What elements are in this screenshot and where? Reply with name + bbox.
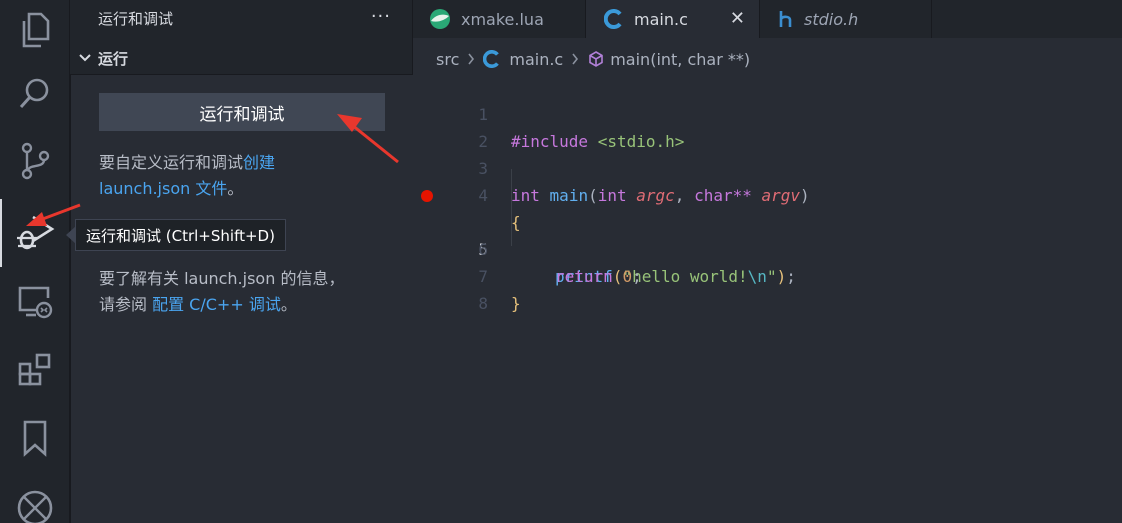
close-icon[interactable]: ✕ <box>730 8 745 29</box>
code-line-current: 5 printf("hello world!\n"); <box>413 182 1122 286</box>
tab-label: main.c <box>634 9 688 29</box>
source-control-icon[interactable] <box>0 131 70 191</box>
code-line: 7 } <box>413 236 1122 313</box>
chevron-right-icon <box>467 50 475 69</box>
run-debug-icon[interactable] <box>0 199 70 267</box>
code-editor[interactable]: 1 #include <stdio.h> 2 3 int main(int ar… <box>413 74 1122 523</box>
tab-stdio-h[interactable]: stdio.h <box>760 0 932 38</box>
sidebar-title: 运行和调试 <box>98 9 174 28</box>
breakpoint-marker[interactable] <box>421 190 433 202</box>
section-header-run[interactable]: 运行 <box>70 44 413 72</box>
tab-xmake-lua[interactable]: xmake.lua <box>413 0 586 38</box>
tab-main-c[interactable]: main.c ✕ <box>586 0 760 38</box>
bookmarks-icon[interactable] <box>0 408 70 468</box>
breadcrumb-folder[interactable]: src <box>436 50 459 69</box>
learn-more-text: 要了解有关 launch.json 的信息， 请参阅 配置 C/C++ 调试。 <box>99 266 399 318</box>
c-file-icon <box>604 9 624 29</box>
code-line: 2 <box>413 101 1122 151</box>
code-line: 6 return 0; <box>413 209 1122 286</box>
learn-more-prefix: 请参阅 <box>99 295 153 314</box>
line-number[interactable]: 8 <box>441 290 488 317</box>
configure-cpp-debug-link[interactable]: 配置 C/C++ 调试 <box>152 295 281 314</box>
tab-label: stdio.h <box>804 9 859 29</box>
launch-json-link[interactable]: launch.json 文件 <box>99 179 227 198</box>
symbol-method-icon <box>587 50 605 68</box>
breadcrumb-symbol[interactable]: main(int, char **) <box>610 50 750 69</box>
xmake-icon[interactable] <box>0 478 70 523</box>
code-line: 1 #include <stdio.h> <box>413 74 1122 151</box>
lua-file-icon <box>429 8 451 30</box>
sidebar-header: 运行和调试 ··· <box>70 0 413 36</box>
tab-label: xmake.lua <box>461 9 544 29</box>
learn-more-period: 。 <box>280 295 297 314</box>
activity-bar <box>0 0 70 523</box>
explorer-icon[interactable] <box>0 0 70 60</box>
run-section-body: 运行和调试 要自定义运行和调试创建 launch.json 文件。 要了解有关 … <box>70 74 413 523</box>
customize-text-prefix: 要自定义运行和调试 <box>99 153 244 172</box>
breadcrumb: src main.c main(int, char **) <box>413 44 1122 74</box>
run-debug-tooltip: 运行和调试 (Ctrl+Shift+D) <box>75 219 286 251</box>
code-line: 3 int main(int argc, char** argv) <box>413 128 1122 205</box>
vscode-window: 运行和调试 ··· 运行 运行和调试 要自定义运行和调试创建 launch.js… <box>0 0 1122 523</box>
learn-more-line1: 要了解有关 launch.json 的信息， <box>99 269 345 288</box>
code-line: 8 <box>413 263 1122 313</box>
chevron-right-icon <box>571 50 579 69</box>
breadcrumb-file[interactable]: main.c <box>509 50 563 69</box>
line-code: } <box>511 290 521 317</box>
remote-explorer-icon[interactable] <box>0 272 70 332</box>
run-and-debug-button[interactable]: 运行和调试 <box>99 93 385 131</box>
customize-text: 要自定义运行和调试创建 launch.json 文件。 <box>99 150 399 202</box>
chevron-down-icon <box>78 49 96 67</box>
customize-text-period: 。 <box>227 179 244 198</box>
token: } <box>511 294 521 313</box>
search-icon[interactable] <box>0 64 70 124</box>
editor-tab-bar: xmake.lua main.c ✕ stdio.h <box>413 0 1122 38</box>
create-link[interactable]: 创建 <box>243 153 275 172</box>
section-label: 运行 <box>98 49 129 68</box>
run-debug-sidebar: 运行和调试 ··· 运行 运行和调试 要自定义运行和调试创建 launch.js… <box>70 0 413 523</box>
more-actions-icon[interactable]: ··· <box>371 6 391 27</box>
c-file-icon <box>483 50 501 68</box>
code-line: 4 { <box>413 155 1122 232</box>
extensions-icon[interactable] <box>0 340 70 400</box>
header-file-icon <box>778 9 794 29</box>
